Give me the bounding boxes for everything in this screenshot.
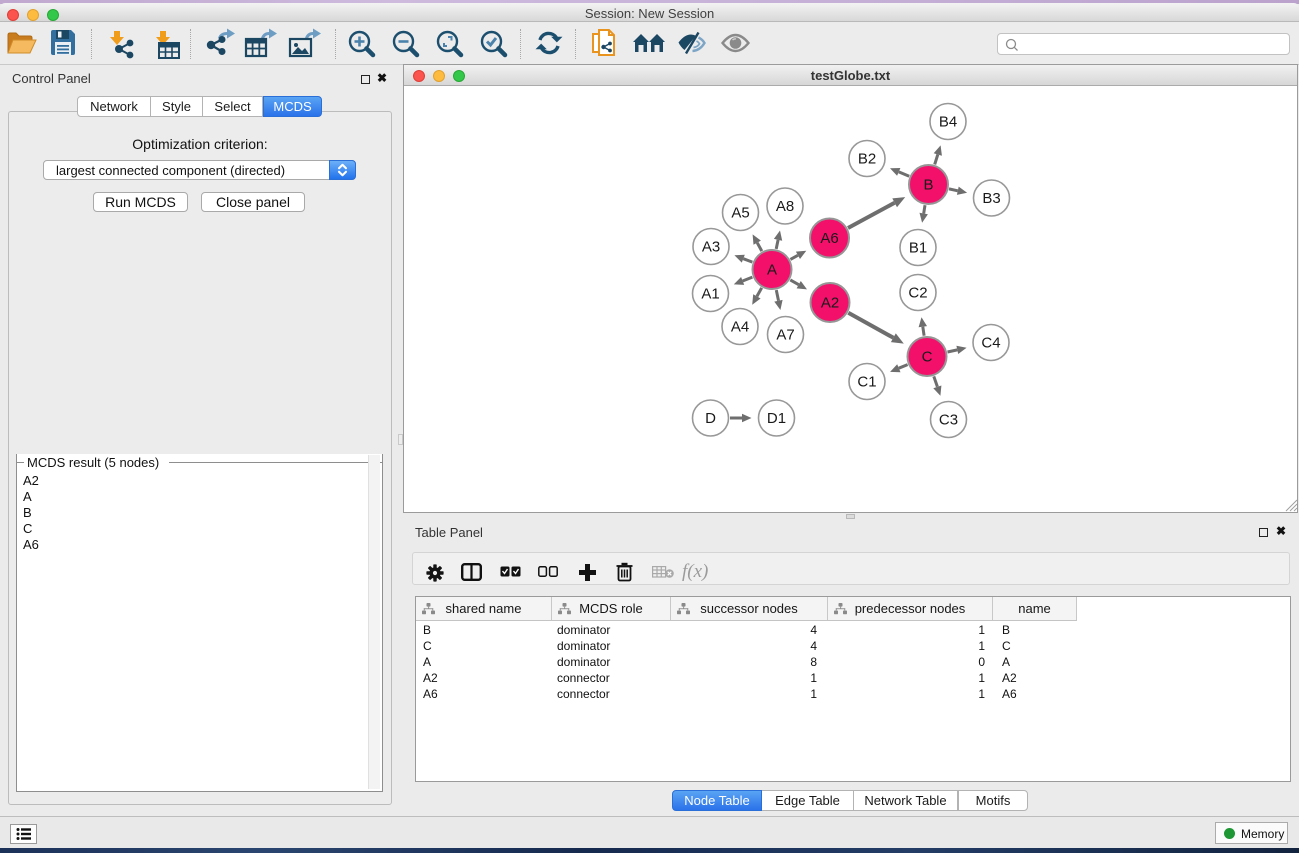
svg-text:A8: A8 [776, 198, 794, 215]
svg-text:D: D [705, 410, 716, 427]
svg-text:B1: B1 [909, 240, 927, 257]
svg-text:A7: A7 [776, 327, 794, 344]
svg-text:C: C [922, 349, 933, 366]
svg-text:A5: A5 [731, 205, 749, 222]
svg-text:D1: D1 [767, 410, 786, 427]
svg-text:C1: C1 [857, 374, 876, 391]
svg-text:A4: A4 [731, 319, 749, 336]
svg-text:C3: C3 [939, 412, 958, 429]
svg-text:B4: B4 [939, 114, 957, 131]
svg-text:C4: C4 [981, 335, 1000, 352]
svg-text:B: B [923, 177, 933, 194]
svg-text:A2: A2 [821, 295, 839, 312]
svg-text:B2: B2 [858, 151, 876, 168]
svg-text:B3: B3 [982, 190, 1000, 207]
svg-text:A6: A6 [820, 230, 838, 247]
svg-text:A1: A1 [701, 286, 719, 303]
svg-text:A: A [767, 262, 777, 279]
svg-text:C2: C2 [908, 285, 927, 302]
svg-text:A3: A3 [702, 239, 720, 256]
